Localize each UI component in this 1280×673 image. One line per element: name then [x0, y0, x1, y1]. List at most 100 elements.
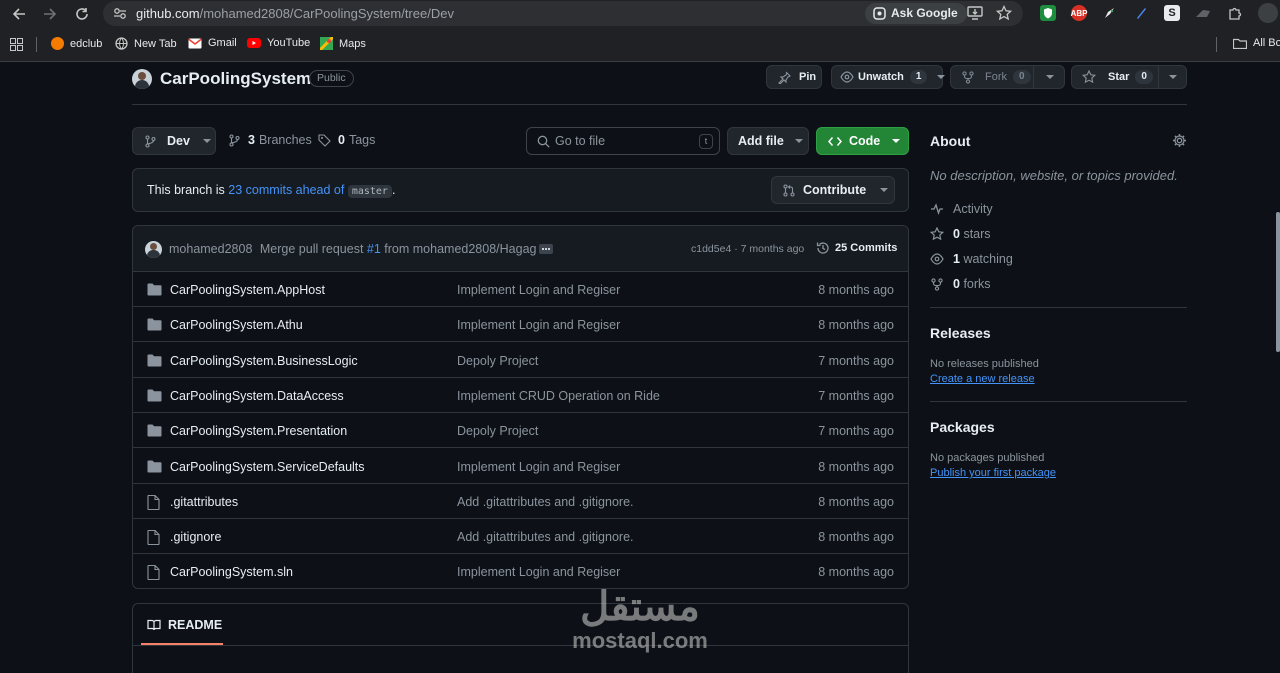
file-row[interactable]: CarPoolingSystem.Presentation Depoly Proj…	[133, 413, 908, 449]
book-icon	[147, 619, 161, 631]
bookmark-maps[interactable]: Maps	[320, 37, 366, 50]
commit-message[interactable]: Merge pull request	[260, 242, 364, 256]
about-heading: About	[930, 133, 971, 149]
commit-message-suffix[interactable]: from mohamed2808/Hagag	[384, 242, 536, 256]
star-button[interactable]: Star 0	[1071, 65, 1187, 89]
file-name[interactable]: .gitattributes	[170, 495, 238, 509]
ask-google-button[interactable]: Ask Google	[865, 3, 967, 24]
extensions-puzzle-icon[interactable]	[1227, 5, 1243, 21]
file-commit-message[interactable]: Depoly Project	[457, 354, 538, 368]
packages-heading[interactable]: Packages	[930, 419, 995, 435]
bookmark-youtube[interactable]: YouTube	[247, 37, 310, 49]
chevron-down-icon[interactable]	[1169, 75, 1177, 79]
back-arrow-icon[interactable]	[9, 4, 29, 24]
file-name[interactable]: CarPoolingSystem.DataAccess	[170, 389, 344, 403]
bookmark-edclub[interactable]: edclub	[51, 37, 102, 50]
file-name[interactable]: CarPoolingSystem.Presentation	[170, 424, 347, 438]
commits-ahead-link[interactable]: 23 commits ahead of	[228, 183, 344, 197]
file-commit-message[interactable]: Implement Login and Regiser	[457, 318, 620, 332]
file-commit-message[interactable]: Implement Login and Regiser	[457, 283, 620, 297]
file-name[interactable]: CarPoolingSystem.AppHost	[170, 283, 325, 297]
tag-icon	[318, 133, 331, 147]
packages-empty-text: No packages published	[930, 452, 1045, 464]
all-bookmarks[interactable]: All Bo	[1233, 37, 1280, 49]
pull-request-link[interactable]: #1	[367, 242, 381, 256]
code-button[interactable]: Code	[816, 127, 909, 155]
readme-tab[interactable]: README	[147, 618, 222, 632]
create-release-link[interactable]: Create a new release	[930, 373, 1035, 385]
watching-link[interactable]: 1 watching	[930, 252, 1013, 266]
apps-grid-icon[interactable]	[10, 38, 23, 51]
commit-sha-time[interactable]: c1dd5e4 · 7 months ago	[691, 243, 804, 255]
contribute-button[interactable]: Contribute	[771, 176, 895, 204]
add-file-button[interactable]: Add file	[727, 127, 809, 155]
branch-select[interactable]: Dev	[132, 127, 216, 155]
commit-author[interactable]: mohamed2808	[169, 242, 252, 256]
forks-link[interactable]: 0 forks	[930, 277, 991, 291]
file-row[interactable]: CarPoolingSystem.DataAccess Implement CRU…	[133, 378, 908, 413]
file-commit-message[interactable]: Add .gitattributes and .gitignore.	[457, 530, 634, 544]
expand-commit-icon[interactable]	[539, 244, 553, 254]
pin-button[interactable]: Pin	[766, 65, 822, 89]
stars-link[interactable]: 0 stars	[930, 227, 991, 241]
file-name[interactable]: CarPoolingSystem.Athu	[170, 318, 303, 332]
repo-name[interactable]: CarPoolingSystem	[160, 69, 311, 89]
branch-icon	[145, 134, 156, 148]
activity-link[interactable]: Activity	[930, 202, 993, 216]
address-bar[interactable]: github.com/mohamed2808/CarPoolingSystem/…	[103, 1, 1023, 26]
file-commit-message[interactable]: Depoly Project	[457, 424, 538, 438]
file-commit-message[interactable]: Implement Login and Regiser	[457, 460, 620, 474]
page-scrollbar[interactable]	[1276, 212, 1280, 352]
bookmark-gmail[interactable]: Gmail	[188, 37, 237, 49]
file-row[interactable]: .gitattributes Add .gitattributes and .gi…	[133, 484, 908, 519]
unwatch-button[interactable]: Unwatch 1	[831, 65, 946, 89]
commit-author-avatar[interactable]	[145, 241, 162, 258]
install-app-icon[interactable]	[967, 6, 983, 20]
rocket-extension-icon[interactable]	[1102, 5, 1118, 21]
chevron-down-icon[interactable]	[937, 75, 946, 79]
bookmark-new-tab[interactable]: New Tab	[115, 37, 177, 50]
pen-extension-icon[interactable]	[1133, 5, 1149, 21]
file-commit-date: 8 months ago	[818, 494, 894, 509]
file-row[interactable]: CarPoolingSystem.Athu Implement Login and…	[133, 307, 908, 343]
chevron-down-icon[interactable]	[1046, 75, 1054, 79]
file-commit-message[interactable]: Implement CRUD Operation on Ride	[457, 389, 660, 403]
gear-icon[interactable]	[1172, 133, 1187, 148]
file-name[interactable]: CarPoolingSystem.sln	[170, 565, 293, 579]
publish-package-link[interactable]: Publish your first package	[930, 467, 1056, 479]
owner-avatar[interactable]	[132, 69, 152, 89]
edclub-icon	[51, 37, 64, 50]
file-commit-message[interactable]: Add .gitattributes and .gitignore.	[457, 495, 634, 509]
file-row[interactable]: .gitignore Add .gitattributes and .gitign…	[133, 519, 908, 555]
file-row[interactable]: CarPoolingSystem.BusinessLogic Depoly Pro…	[133, 343, 908, 378]
bookmarks-bar: edclub New Tab Gmail YouTube Maps All Bo	[0, 27, 1280, 62]
file-name[interactable]: CarPoolingSystem.ServiceDefaults	[170, 460, 365, 474]
profile-avatar[interactable]	[1258, 3, 1278, 23]
releases-heading[interactable]: Releases	[930, 325, 991, 341]
url-text: github.com/mohamed2808/CarPoolingSystem/…	[136, 6, 454, 21]
file-commit-message[interactable]: Implement Login and Regiser	[457, 565, 620, 579]
go-to-file-search[interactable]: Go to file t	[526, 127, 720, 155]
notice-suffix: .	[391, 183, 396, 197]
commits-history-link[interactable]: 25 Commits	[816, 241, 897, 255]
file-name[interactable]: .gitignore	[170, 530, 221, 544]
file-row[interactable]: CarPoolingSystem.ServiceDefaults Implemen…	[133, 449, 908, 484]
shield-extension-icon[interactable]	[1040, 5, 1056, 21]
forward-arrow-icon[interactable]	[40, 4, 60, 24]
site-info-icon[interactable]	[113, 7, 127, 20]
bookmark-label: YouTube	[267, 37, 311, 49]
bookmark-star-icon[interactable]	[996, 5, 1012, 21]
reload-icon[interactable]	[72, 4, 92, 24]
dark-extension-icon[interactable]	[1195, 5, 1211, 21]
branches-link[interactable]: 3 Branches	[229, 133, 312, 147]
adblock-extension-icon[interactable]: ABP	[1071, 5, 1087, 21]
file-row[interactable]: CarPoolingSystem.sln Implement Login and …	[133, 554, 908, 588]
file-name[interactable]: CarPoolingSystem.BusinessLogic	[170, 354, 358, 368]
file-commit-date: 8 months ago	[818, 530, 894, 545]
contribute-label: Contribute	[803, 183, 867, 197]
s-extension-icon[interactable]: S	[1164, 5, 1180, 21]
tags-link[interactable]: 0 Tags	[318, 133, 375, 147]
fork-button[interactable]: Fork 0	[950, 65, 1065, 89]
file-row[interactable]: CarPoolingSystem.AppHost Implement Login …	[133, 272, 908, 307]
pin-label: Pin	[799, 71, 817, 83]
